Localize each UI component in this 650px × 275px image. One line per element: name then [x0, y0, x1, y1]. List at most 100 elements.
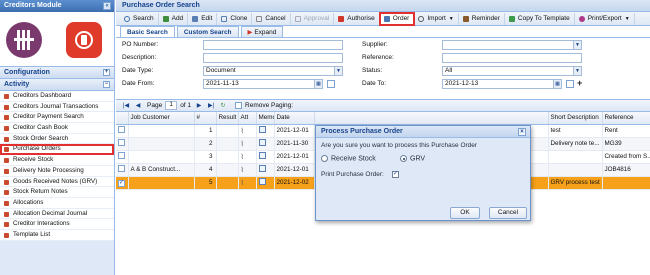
pager: |◀ ◀ Page 1 of 1 ▶ ▶| ↻ Remove Paging: — [116, 100, 650, 112]
col-reference[interactable]: Reference — [602, 112, 650, 125]
import-button[interactable]: Import ▼ — [414, 12, 459, 25]
sidebar-item-purchase-orders[interactable]: Purchase Orders — [0, 144, 114, 156]
clone-button[interactable]: Clone — [217, 12, 253, 25]
calendar-icon[interactable]: ▦ — [314, 80, 322, 88]
expand-button[interactable]: ▶ Expand — [240, 26, 284, 37]
row-checkbox[interactable] — [118, 139, 125, 146]
supplier-select[interactable]: ▼ — [442, 40, 582, 50]
memo-icon[interactable] — [258, 178, 266, 185]
paperclip-icon[interactable]: ⌇ — [241, 166, 244, 174]
col-result[interactable]: Result — [216, 112, 239, 125]
sidebar-item-template-list[interactable]: Template List — [0, 229, 114, 241]
app-logo-icon — [6, 22, 42, 58]
sidebar-item-receive-stock[interactable]: Receive Stock — [0, 155, 114, 166]
row-checkbox[interactable] — [118, 165, 125, 172]
sidebar-item-allocation-decimal[interactable]: Allocation Decimal Journal — [0, 208, 114, 220]
print-export-button[interactable]: Print/Export ▼ — [575, 12, 635, 25]
sidebar-item-grv[interactable]: Goods Received Notes (GRV) — [0, 176, 114, 188]
sidebar-item-interactions[interactable]: Creditor Interactions — [0, 219, 114, 230]
po-number-label: PO Number: — [122, 41, 159, 48]
paperclip-icon[interactable]: ⌇ — [241, 153, 244, 161]
sidebar-item-stock-return[interactable]: Stock Return Notes — [0, 187, 114, 198]
sidebar-item-delivery-note[interactable]: Delivery Note Processing — [0, 165, 114, 177]
cancel-dialog-button[interactable]: Cancel — [489, 207, 527, 219]
memo-icon[interactable] — [258, 165, 266, 172]
document-icon — [4, 190, 9, 196]
prev-page-icon[interactable]: ◀ — [134, 102, 142, 110]
receive-stock-radio[interactable] — [321, 155, 328, 162]
memo-icon[interactable] — [258, 139, 266, 146]
col-select[interactable] — [116, 112, 129, 125]
activity-section[interactable]: Activity − — [0, 79, 114, 91]
first-page-icon[interactable]: |◀ — [122, 102, 130, 110]
print-purchase-order-label: Print Purchase Order: — [321, 171, 384, 178]
edit-button[interactable]: Edit — [188, 12, 218, 25]
col-job-customer[interactable]: Job Customer — [128, 112, 195, 125]
col-date[interactable]: Date — [274, 112, 315, 125]
row-checkbox[interactable]: ✓ — [118, 179, 125, 187]
date-from-input[interactable]: 2021-11-13 ▦ — [203, 79, 323, 89]
reference-input[interactable] — [442, 53, 582, 63]
memo-icon[interactable] — [258, 126, 266, 133]
row-checkbox[interactable] — [118, 126, 125, 133]
order-button[interactable]: Order — [378, 11, 416, 26]
grv-option[interactable]: GRV — [400, 155, 425, 162]
sidebar-item-stock-order-search[interactable]: Stock Order Search — [0, 133, 114, 145]
col-short-description[interactable]: Short Description — [548, 112, 603, 125]
date-to-checkbox[interactable] — [566, 80, 574, 88]
tab-basic-search[interactable]: Basic Search — [120, 26, 175, 37]
remove-paging-checkbox[interactable] — [235, 102, 243, 109]
col-hidden[interactable] — [314, 112, 549, 125]
row-checkbox[interactable] — [118, 152, 125, 159]
grid-header: Job Customer # Result Att Memo Date Shor… — [116, 112, 650, 125]
sidebar-item-creditors-dashboard[interactable]: Creditors Dashboard — [0, 91, 114, 102]
cancel-button[interactable]: Cancel — [252, 12, 291, 25]
date-from-checkbox[interactable] — [327, 80, 335, 88]
ok-button[interactable]: OK — [450, 207, 480, 219]
sidebar-item-creditors-journal[interactable]: Creditors Journal Transactions — [0, 101, 114, 113]
sidebar-item-payment-search[interactable]: Creditor Payment Search — [0, 112, 114, 124]
close-icon[interactable]: × — [518, 128, 526, 136]
memo-icon[interactable] — [258, 152, 266, 159]
date-type-select[interactable]: Document ▼ — [203, 66, 343, 76]
col-number[interactable]: # — [194, 112, 217, 125]
po-number-input[interactable] — [203, 40, 343, 50]
toolbar: Search Add Edit Clone Cancel Approval Au… — [116, 11, 650, 26]
configuration-section[interactable]: Configuration + — [0, 67, 114, 79]
description-input[interactable] — [203, 53, 343, 63]
last-page-icon[interactable]: ▶| — [207, 102, 215, 110]
calendar-icon[interactable]: ▦ — [553, 80, 561, 88]
approval-button[interactable]: Approval — [291, 12, 335, 25]
page-number-input[interactable]: 1 — [165, 101, 178, 110]
chevron-down-icon[interactable]: ▼ — [334, 67, 342, 75]
chevron-down-icon[interactable]: ▼ — [573, 67, 581, 75]
collapse-section-icon[interactable]: − — [103, 81, 110, 88]
sidebar-item-allocations[interactable]: Allocations — [0, 197, 114, 209]
date-to-input[interactable]: 2021-12-13 ▦ — [442, 79, 562, 89]
document-icon — [4, 179, 9, 185]
search-button[interactable]: Search — [120, 12, 159, 25]
col-memo[interactable]: Memo — [256, 112, 275, 125]
authorise-button[interactable]: Authorise — [334, 12, 380, 25]
paperclip-icon[interactable]: ⌇ — [241, 127, 244, 135]
paperclip-icon[interactable]: ⌇ — [241, 140, 244, 148]
expand-icon[interactable]: + — [103, 69, 110, 76]
copy-to-template-button[interactable]: Copy To Template — [505, 12, 575, 25]
check-icon — [294, 15, 301, 22]
col-att[interactable]: Att — [238, 112, 257, 125]
receive-stock-option[interactable]: Receive Stock — [321, 155, 376, 162]
document-icon — [4, 104, 9, 110]
refresh-icon[interactable]: ↻ — [219, 102, 227, 110]
grv-radio[interactable] — [400, 155, 407, 162]
paperclip-icon[interactable]: ⌇ — [241, 179, 244, 187]
next-page-icon[interactable]: ▶ — [195, 102, 203, 110]
collapse-icon[interactable]: « — [103, 2, 111, 10]
add-filter-icon[interactable]: + — [577, 78, 582, 88]
status-select[interactable]: All ▼ — [442, 66, 582, 76]
tab-custom-search[interactable]: Custom Search — [176, 26, 239, 37]
chevron-down-icon[interactable]: ▼ — [573, 41, 581, 49]
add-button[interactable]: Add — [159, 12, 189, 25]
sidebar-item-cash-book[interactable]: Creditor Cash Book — [0, 123, 114, 134]
reminder-button[interactable]: Reminder — [459, 12, 505, 25]
print-purchase-order-checkbox[interactable]: ✓ — [392, 171, 399, 178]
